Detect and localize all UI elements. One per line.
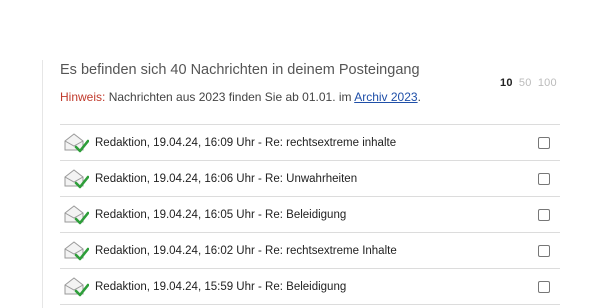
read-envelope-check-icon xyxy=(63,168,90,190)
page-size-selector: 10 50 100 xyxy=(500,77,560,89)
read-envelope-check-icon xyxy=(63,276,90,298)
message-checkbox[interactable] xyxy=(538,173,550,185)
message-row[interactable]: Redaktion, 19.04.24, 16:02 Uhr - Re: rec… xyxy=(60,233,560,269)
page-size-10[interactable]: 10 xyxy=(500,77,513,89)
message-list: Redaktion, 19.04.24, 16:09 Uhr - Re: rec… xyxy=(60,124,560,305)
archive-link[interactable]: Archiv 2023 xyxy=(354,90,417,104)
message-row[interactable]: Redaktion, 19.04.24, 16:05 Uhr - Re: Bel… xyxy=(60,197,560,233)
read-envelope-check-icon xyxy=(63,132,90,154)
page-size-100[interactable]: 100 xyxy=(538,77,557,89)
archive-hint: Hinweis: Nachrichten aus 2023 finden Sie… xyxy=(60,90,560,105)
message-text[interactable]: Redaktion, 19.04.24, 15:59 Uhr - Re: Bel… xyxy=(95,281,346,293)
left-divider xyxy=(42,60,43,308)
inbox-summary: Es befinden sich 40 Nachrichten in deine… xyxy=(60,62,420,78)
hint-text: Nachrichten aus 2023 finden Sie ab 01.01… xyxy=(105,90,355,104)
message-row[interactable]: Redaktion, 19.04.24, 16:06 Uhr - Re: Unw… xyxy=(60,161,560,197)
message-text[interactable]: Redaktion, 19.04.24, 16:02 Uhr - Re: rec… xyxy=(95,245,397,257)
message-checkbox[interactable] xyxy=(538,209,550,221)
message-checkbox[interactable] xyxy=(538,281,550,293)
message-text[interactable]: Redaktion, 19.04.24, 16:06 Uhr - Re: Unw… xyxy=(95,173,357,185)
read-envelope-check-icon xyxy=(63,240,90,262)
message-text[interactable]: Redaktion, 19.04.24, 16:05 Uhr - Re: Bel… xyxy=(95,209,346,221)
read-envelope-check-icon xyxy=(63,204,90,226)
message-checkbox[interactable] xyxy=(538,245,550,257)
message-text[interactable]: Redaktion, 19.04.24, 16:09 Uhr - Re: rec… xyxy=(95,137,396,149)
message-row[interactable]: Redaktion, 19.04.24, 16:09 Uhr - Re: rec… xyxy=(60,125,560,161)
hint-label: Hinweis: xyxy=(60,90,106,104)
message-checkbox[interactable] xyxy=(538,137,550,149)
inbox-header: Es befinden sich 40 Nachrichten in deine… xyxy=(60,61,560,105)
message-row[interactable]: Redaktion, 19.04.24, 15:59 Uhr - Re: Bel… xyxy=(60,269,560,305)
hint-end: . xyxy=(417,90,421,104)
page-size-50[interactable]: 50 xyxy=(519,77,532,89)
